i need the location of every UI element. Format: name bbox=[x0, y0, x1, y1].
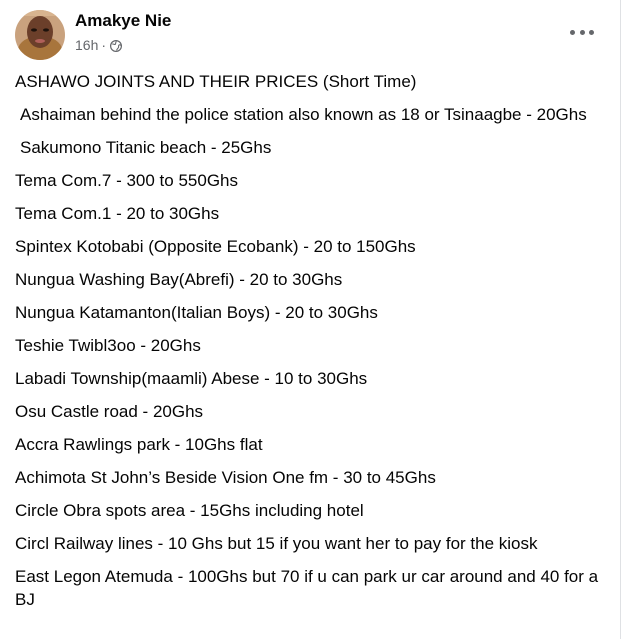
post-line: Spintex Kotobabi (Opposite Ecobank) - 20… bbox=[15, 237, 416, 256]
post-line: Circl Railway lines - 10 Ghs but 15 if y… bbox=[15, 534, 538, 553]
post-line: Teshie Twibl3oo - 20Ghs bbox=[15, 336, 201, 355]
post-line: East Legon Atemuda - 100Ghs but 70 if u … bbox=[15, 567, 599, 609]
more-options-dot bbox=[589, 29, 594, 35]
post-body: ASHAWO JOINTS AND THEIR PRICES (Short Ti… bbox=[15, 70, 605, 621]
post-line: Accra Rawlings park - 10Ghs flat bbox=[15, 435, 263, 454]
post-line: Osu Castle road - 20Ghs bbox=[15, 402, 204, 421]
post-line: Achimota St John’s Beside Vision One fm … bbox=[15, 468, 436, 487]
author-avatar[interactable] bbox=[15, 10, 65, 60]
meta-separator: · bbox=[101, 37, 107, 53]
post-line: Tema Com.1 - 20 to 30Ghs bbox=[15, 204, 220, 223]
post-line: Circle Obra spots area - 15Ghs including… bbox=[15, 501, 364, 520]
more-options-icon bbox=[570, 29, 575, 35]
post-line: Labadi Township(maamli) Abese - 10 to 30… bbox=[15, 369, 368, 388]
more-options-dot bbox=[579, 29, 585, 35]
globe-icon[interactable] bbox=[110, 39, 123, 53]
post-line: Tema Com.7 - 300 to 550Ghs bbox=[15, 171, 239, 190]
post-line: Nungua Washing Bay(Abrefi) - 20 to 30Ghs bbox=[15, 270, 343, 289]
post-meta: 16h · bbox=[75, 37, 123, 53]
post-timestamp[interactable]: 16h bbox=[75, 37, 98, 53]
post-line: Sakumono Titanic beach - 25Ghs bbox=[20, 138, 272, 157]
author-name[interactable]: Amakye Nie bbox=[75, 11, 171, 31]
more-options-button[interactable] bbox=[570, 22, 594, 42]
post-line: Ashaiman behind the police station also … bbox=[20, 105, 587, 124]
avatar-image bbox=[15, 10, 65, 60]
post-line: Nungua Katamanton(Italian Boys) - 20 to … bbox=[15, 303, 378, 322]
post-line: ASHAWO JOINTS AND THEIR PRICES (Short Ti… bbox=[15, 72, 417, 91]
facebook-post: Amakye Nie 16h · ASHAWO JOINTS AND THEIR… bbox=[0, 0, 621, 639]
